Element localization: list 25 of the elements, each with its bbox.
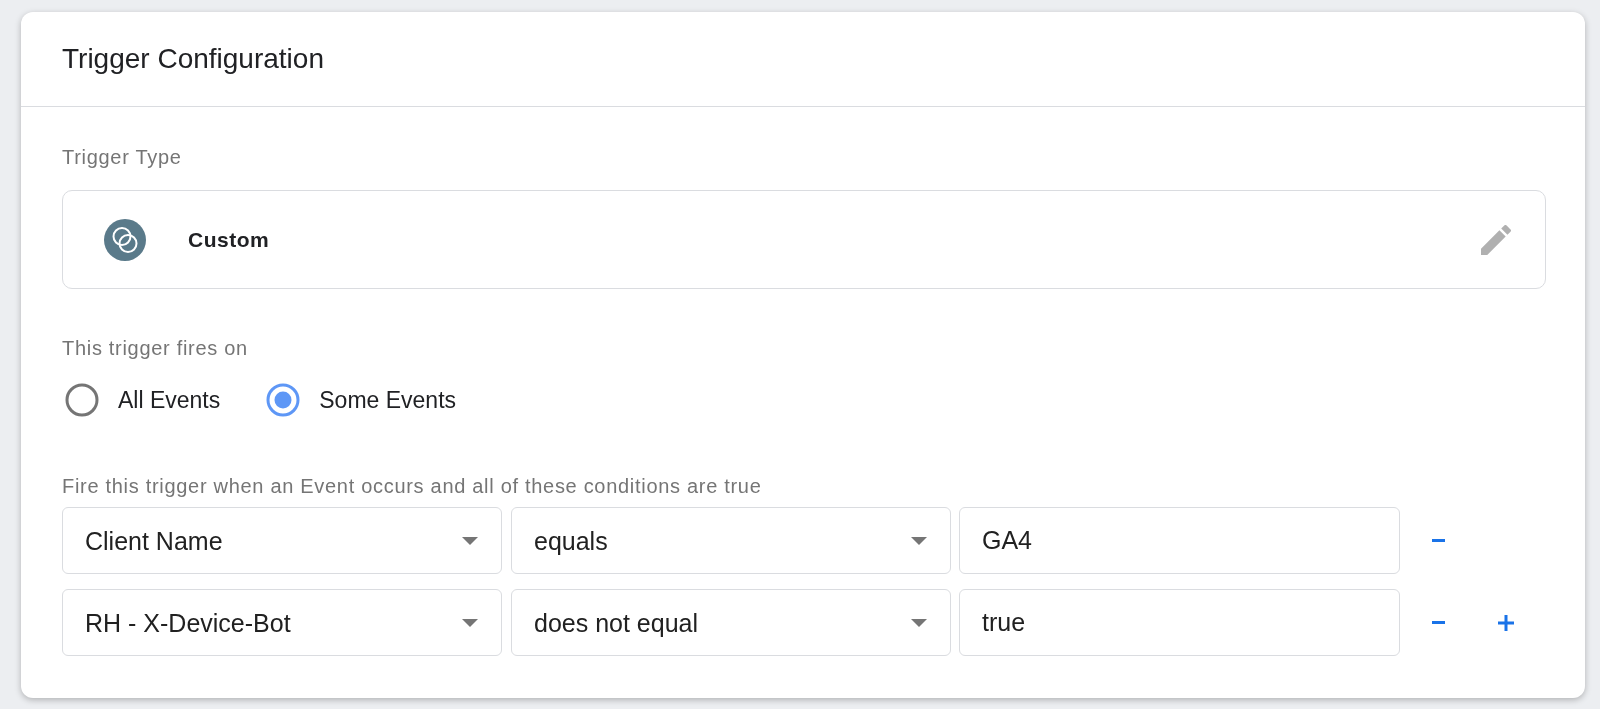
value-field[interactable]: GA4 [959, 507, 1400, 574]
minus-icon [1431, 539, 1445, 542]
caret-icon [911, 618, 927, 627]
section-label: Fire this trigger when an Event occurs and all of these conditions are true [62, 474, 762, 498]
radio-label: All Events [118, 386, 221, 414]
variable-dropdown[interactable]: RH - X-Device-Bot [62, 589, 502, 656]
caret-icon [462, 618, 478, 627]
caret-icon [462, 536, 478, 545]
caret-icon [911, 536, 927, 545]
radio-button[interactable] [65, 383, 99, 417]
operator-dropdown[interactable]: equals [511, 507, 951, 574]
section-label: Trigger Type [62, 145, 182, 169]
section-label: This trigger fires on [62, 336, 248, 360]
trigger-type-name: Custom [188, 226, 270, 253]
trigger-type-card[interactable]: Custom [62, 190, 1546, 289]
value-field[interactable]: true [959, 589, 1400, 656]
plus-icon [1498, 614, 1514, 631]
radio-button[interactable] [266, 383, 301, 417]
card-title: Trigger Configuration [62, 42, 324, 76]
trigger-type-icon [104, 218, 146, 261]
variable-dropdown[interactable]: Client Name [62, 507, 502, 574]
operator-dropdown[interactable]: does not equal [511, 589, 951, 656]
minus-icon [1431, 621, 1445, 624]
pencil-icon [1481, 224, 1511, 255]
radio-label: Some Events [319, 386, 457, 414]
